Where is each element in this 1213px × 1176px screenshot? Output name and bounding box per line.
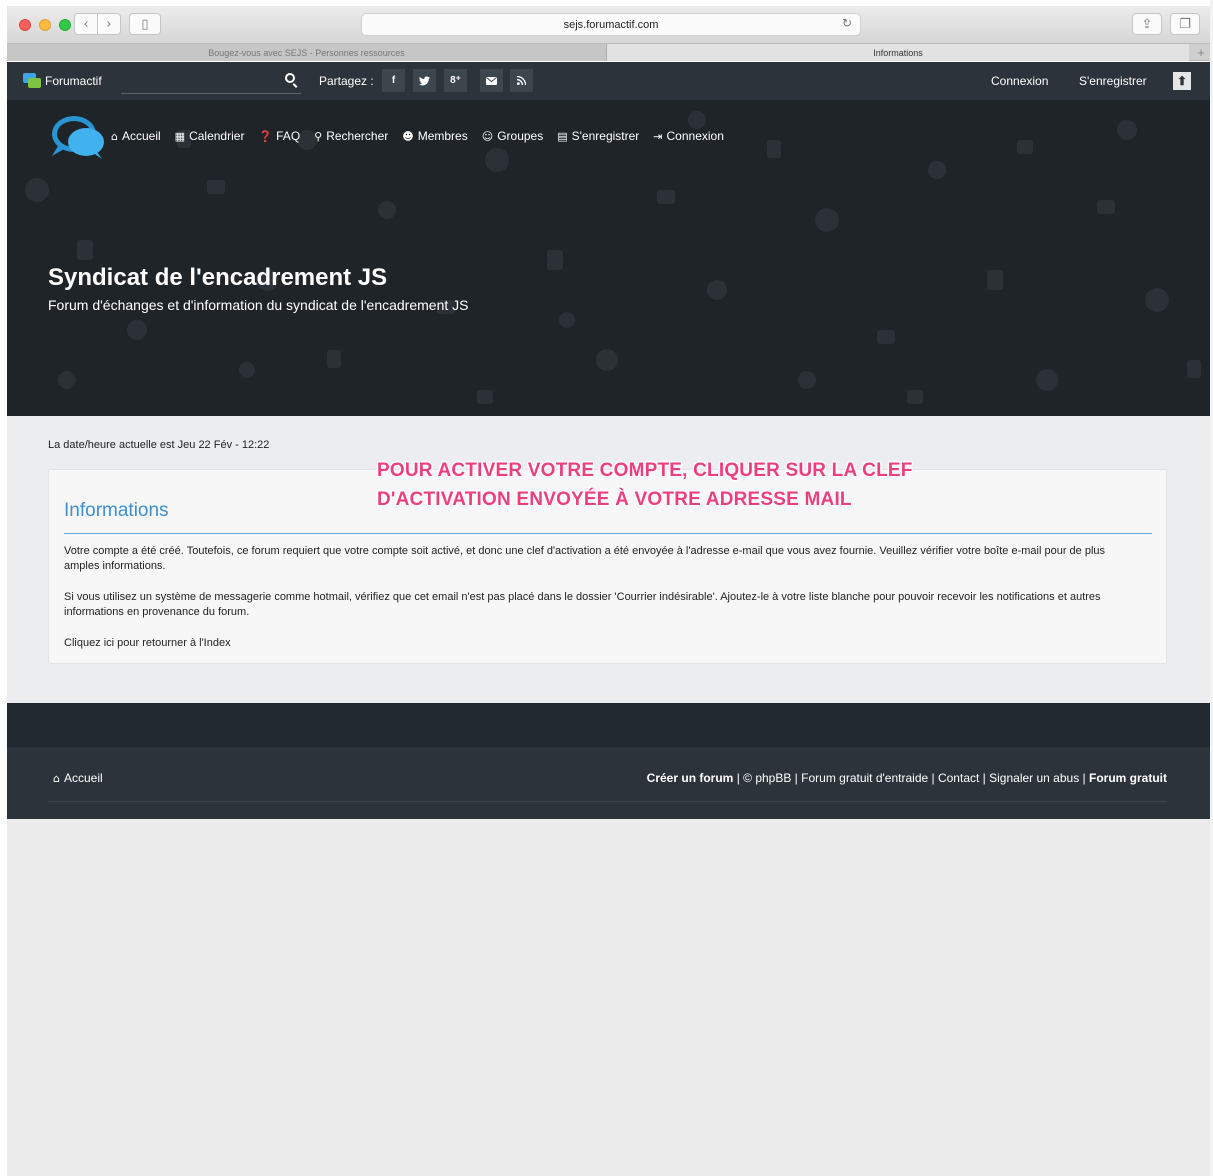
browser-titlebar: ‹ › ▯ sejs.forumactif.com ↻ ⇪ ❐ xyxy=(7,6,1213,44)
forumactif-toolbar: Forumactif Partagez : f 8⁺ Connexion S'e… xyxy=(7,62,1213,100)
footer-band xyxy=(7,703,1213,747)
page-footer: ⌂ Accueil Créer un forum | © phpBB | For… xyxy=(7,703,1213,819)
chevron-right-icon: › xyxy=(106,16,112,32)
footer-separator: | xyxy=(1079,771,1089,785)
search-icon: ⚲ xyxy=(314,129,323,143)
email-share-button[interactable] xyxy=(480,69,503,92)
panel-divider xyxy=(64,533,1152,534)
search-icon[interactable] xyxy=(285,73,295,83)
brand-label: Forumactif xyxy=(45,73,102,88)
toolbar-connexion-link[interactable]: Connexion xyxy=(991,74,1048,88)
nav-faq-label: FAQ xyxy=(276,129,301,143)
nav-connexion-label: Connexion xyxy=(666,129,724,143)
arrow-up-icon: ⬆ xyxy=(1176,74,1188,88)
annotation-line-2: D'ACTIVATION ENVOYÉE À VOTRE ADRESSE MAI… xyxy=(377,489,852,510)
reload-icon[interactable]: ↻ xyxy=(842,16,852,30)
main-content: La date/heure actuelle est Jeu 22 Fév - … xyxy=(7,416,1213,703)
url-text: sejs.forumactif.com xyxy=(563,18,659,31)
chevron-left-icon: ‹ xyxy=(83,16,89,32)
mail-icon xyxy=(486,76,497,85)
forum-logo-icon[interactable] xyxy=(48,112,108,160)
nav-membres[interactable]: ☻ Membres xyxy=(402,129,467,143)
current-datetime: La date/heure actuelle est Jeu 22 Fév - … xyxy=(48,439,270,451)
footer-home-label: Accueil xyxy=(63,771,103,785)
login-icon: ⇥ xyxy=(653,129,663,143)
facebook-share-button[interactable]: f xyxy=(382,69,405,92)
create-forum-link[interactable]: Créer un forum xyxy=(647,771,734,785)
nav-groupes-label: Groupes xyxy=(497,129,544,143)
nav-calendrier[interactable]: ▦ Calendrier xyxy=(175,129,245,143)
twitter-share-button[interactable] xyxy=(413,69,436,92)
register-icon: ▤ xyxy=(557,129,568,143)
footer-links: Créer un forum | © phpBB | Forum gratuit… xyxy=(647,771,1167,785)
sidebar-icon: ▯ xyxy=(141,16,149,32)
forum-description: Forum d'échanges et d'information du syn… xyxy=(48,297,469,313)
nav-faq[interactable]: ❓ FAQ xyxy=(258,129,300,143)
zoom-window-button[interactable] xyxy=(59,19,71,31)
tab-personnes-ressources[interactable]: Bougez-vous avec SEJS - Personnes ressou… xyxy=(7,44,607,61)
nav-senregistrer-label: S'enregistrer xyxy=(571,129,640,143)
nav-accueil[interactable]: ⌂ Accueil xyxy=(111,129,161,143)
help-icon: ❓ xyxy=(258,129,273,143)
footer-divider xyxy=(48,801,1167,802)
members-icon: ☻ xyxy=(402,129,414,143)
return-to-index-link[interactable]: Cliquez ici pour retourner à l'Index xyxy=(64,636,1139,651)
address-bar[interactable]: sejs.forumactif.com ↻ xyxy=(361,13,861,36)
nav-senregistrer[interactable]: ▤ S'enregistrer xyxy=(557,129,639,143)
home-icon: ⌂ xyxy=(53,771,60,785)
twitter-icon xyxy=(419,75,430,85)
nav-accueil-label: Accueil xyxy=(121,129,161,143)
free-help-forum-link[interactable]: Forum gratuit d'entraide xyxy=(801,771,928,785)
googleplus-share-button[interactable]: 8⁺ xyxy=(444,69,467,92)
toolbar-search-input[interactable] xyxy=(121,71,301,94)
footer-separator: | xyxy=(979,771,990,785)
account-created-message: Votre compte a été créé. Toutefois, ce f… xyxy=(64,545,1106,572)
forward-button[interactable]: › xyxy=(97,13,121,35)
close-window-button[interactable] xyxy=(19,19,31,31)
back-button[interactable]: ‹ xyxy=(74,13,98,35)
nav-rechercher-label: Rechercher xyxy=(326,129,389,143)
calendar-icon: ▦ xyxy=(174,129,186,143)
rss-icon xyxy=(517,76,526,85)
nav-connexion[interactable]: ⇥ Connexion xyxy=(653,129,724,143)
facebook-icon: f xyxy=(391,75,396,86)
forumactif-logo[interactable]: Forumactif xyxy=(23,73,102,88)
footer-home-link[interactable]: ⌂ Accueil xyxy=(53,771,103,785)
browser-tabbar: Bougez-vous avec SEJS - Personnes ressou… xyxy=(7,44,1213,61)
page-edge xyxy=(0,0,7,1176)
tab-overview-button[interactable]: ❐ xyxy=(1170,13,1200,35)
nav-calendrier-label: Calendrier xyxy=(189,129,245,143)
forum-header: ⌂ Accueil ▦ Calendrier ❓ FAQ ⚲ Rechercher ☻ M… xyxy=(7,100,1213,416)
minimize-window-button[interactable] xyxy=(39,19,51,31)
scroll-top-button[interactable]: ⬆ xyxy=(1173,72,1191,90)
groups-icon: ☺ xyxy=(481,129,494,143)
main-navigation: ⌂ Accueil ▦ Calendrier ❓ FAQ ⚲ Rechercher ☻ M… xyxy=(111,129,724,143)
footer-separator: | xyxy=(928,771,938,785)
free-forum-link[interactable]: Forum gratuit xyxy=(1089,771,1167,785)
annotation-line-1: POUR ACTIVER VOTRE COMPTE, CLIQUER SUR L… xyxy=(377,460,913,481)
panel-title: Informations xyxy=(64,500,169,521)
rss-share-button[interactable] xyxy=(510,69,533,92)
share-label: Partagez : xyxy=(319,74,374,88)
nav-membres-label: Membres xyxy=(417,129,468,143)
footer-separator: | © phpBB | xyxy=(733,771,802,785)
googleplus-icon: 8⁺ xyxy=(450,75,461,86)
background-pattern xyxy=(25,111,1201,404)
forum-title: Syndicat de l'encadrement JS xyxy=(48,264,388,291)
nav-rechercher[interactable]: ⚲ Rechercher xyxy=(314,129,388,143)
report-abuse-link[interactable]: Signaler un abus xyxy=(989,771,1079,785)
contact-link[interactable]: Contact xyxy=(938,771,979,785)
nav-groupes[interactable]: ☺ Groupes xyxy=(482,129,544,143)
tabs-icon: ❐ xyxy=(1179,16,1191,32)
activation-annotation: POUR ACTIVER VOTRE COMPTE, CLIQUER SUR L… xyxy=(377,456,913,514)
share-icon: ⇪ xyxy=(1141,16,1153,32)
toolbar-register-link[interactable]: S'enregistrer xyxy=(1079,74,1147,88)
sidebar-toggle-button[interactable]: ▯ xyxy=(129,13,161,35)
forumactif-logo-icon xyxy=(23,73,41,88)
tab-informations[interactable]: Informations xyxy=(607,44,1189,61)
home-icon: ⌂ xyxy=(111,129,118,143)
spam-folder-message: Si vous utilisez un système de messageri… xyxy=(64,591,1101,618)
empty-page-area xyxy=(7,819,1213,1176)
share-button[interactable]: ⇪ xyxy=(1132,13,1162,35)
